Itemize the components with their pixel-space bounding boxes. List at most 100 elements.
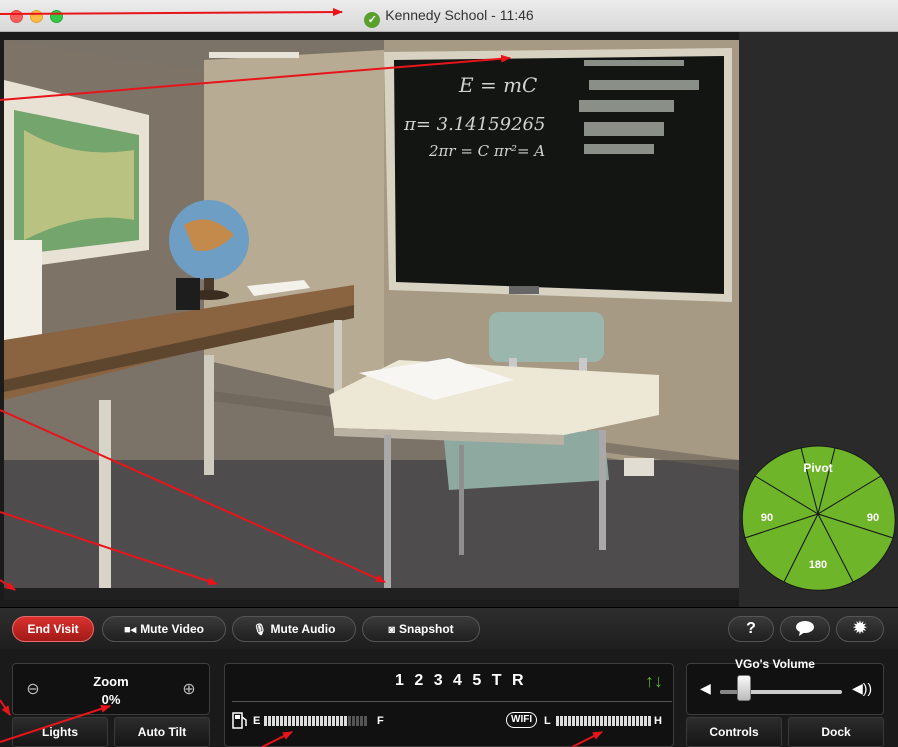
wifi-low-label: L [544, 715, 551, 727]
battery-meter-bar [364, 716, 367, 726]
wifi-meter-bar [604, 716, 607, 726]
pivot-left-label: 90 [761, 512, 773, 524]
wifi-high-label: H [654, 715, 662, 727]
pivot-panel: Pivot 90 90 180 [739, 32, 898, 607]
controls-label: Controls [709, 725, 759, 739]
battery-meter [264, 716, 367, 726]
mute-audio-button[interactable]: 🎙 Mute Audio [232, 616, 356, 642]
battery-meter-bar [328, 716, 331, 726]
status-divider [232, 701, 672, 702]
speaker-high-icon: ◀)) [852, 680, 873, 696]
battery-meter-bar [348, 716, 351, 726]
window-titlebar: ✓ Kennedy School - 11:46 [0, 0, 898, 32]
zoom-box: ⊖ Zoom 0% ⊕ [12, 663, 210, 715]
wifi-tag: WIFI [506, 712, 538, 728]
battery-meter-bar [316, 716, 319, 726]
video-feed[interactable]: E = mC π= 3.14159265 2πr = C πr²= A [4, 40, 739, 600]
board-line-1: E = mC [458, 73, 537, 97]
gear-icon: ✹ [853, 620, 867, 637]
snapshot-button[interactable]: ◙ Snapshot [362, 616, 480, 642]
wifi-meter-bar [628, 716, 631, 726]
zoom-value: 0% [101, 692, 121, 707]
auto-tilt-label: Auto Tilt [137, 725, 187, 739]
battery-meter-bar [356, 716, 359, 726]
board-line-2: π= 3.14159265 [403, 114, 545, 135]
battery-meter-bar [352, 716, 355, 726]
chat-button[interactable] [780, 616, 830, 642]
battery-meter-bar [336, 716, 339, 726]
wifi-meter-bar [624, 716, 627, 726]
wifi-meter-bar [648, 716, 651, 726]
pivot-right-label: 90 [867, 512, 879, 524]
help-button[interactable]: ? [728, 616, 774, 642]
fuel-pump-icon [232, 712, 247, 729]
lights-label: Lights [42, 725, 78, 739]
window-title-container: ✓ Kennedy School - 11:46 [0, 7, 898, 28]
zoom-label: Zoom [93, 674, 129, 689]
battery-meter-bar [300, 716, 303, 726]
vgo-app: E = mC π= 3.14159265 2πr = C πr²= A Pivo… [0, 32, 898, 747]
mute-video-button[interactable]: ■◂ Mute Video [102, 616, 226, 642]
wifi-meter-bar [572, 716, 575, 726]
volume-slider-thumb[interactable] [737, 675, 752, 701]
end-visit-button[interactable]: End Visit [12, 616, 94, 642]
control-panel: ⊖ Zoom 0% ⊕ Lights Auto Tilt 1 2 3 4 5 T… [0, 649, 898, 747]
battery-meter-bar [360, 716, 363, 726]
wifi-meter-bar [620, 716, 623, 726]
pivot-control[interactable]: Pivot 90 90 180 [739, 442, 898, 602]
zoom-in-icon[interactable]: ⊕ [175, 676, 203, 704]
end-visit-label: End Visit [27, 622, 79, 636]
battery-meter-bar [284, 716, 287, 726]
wifi-meter-bar [644, 716, 647, 726]
wifi-meter-bar [616, 716, 619, 726]
speaker-low-icon: ◀ [700, 680, 711, 696]
wifi-meter-bar [608, 716, 611, 726]
video-camera-icon: ■◂ [124, 624, 137, 636]
chat-bubble-icon [796, 621, 814, 636]
wifi-meter-bar [640, 716, 643, 726]
battery-meter-bar [332, 716, 335, 726]
battery-empty-label: E [253, 715, 261, 727]
lights-button[interactable]: Lights [12, 717, 108, 747]
board-line-3: 2πr = C πr²= A [428, 142, 545, 160]
battery-meter-bar [272, 716, 275, 726]
settings-button[interactable]: ✹ [836, 616, 884, 642]
auto-tilt-button[interactable]: Auto Tilt [114, 717, 210, 747]
wifi-meter-bar [556, 716, 559, 726]
battery-full-label: F [377, 715, 384, 727]
pivot-label: Pivot [803, 461, 832, 475]
controls-button[interactable]: Controls [686, 717, 782, 747]
battery-meter-bar [292, 716, 295, 726]
battery-meter-bar [324, 716, 327, 726]
wifi-meter-bar [580, 716, 583, 726]
battery-meter-bar [276, 716, 279, 726]
battery-meter-bar [312, 716, 315, 726]
wifi-meter-bar [612, 716, 615, 726]
microphone-icon: 🎙 [252, 624, 267, 636]
battery-meter-bar [268, 716, 271, 726]
battery-meter-bar [264, 716, 267, 726]
battery-meter-bar [288, 716, 291, 726]
wifi-meter-bar [560, 716, 563, 726]
check-icon: ✓ [364, 12, 381, 28]
wifi-meter-bar [576, 716, 579, 726]
call-toolbar: End Visit ■◂ Mute Video 🎙 Mute Audio ◙ Snap… [0, 607, 898, 649]
wifi-meter-bar [632, 716, 635, 726]
wifi-meter-bar [568, 716, 571, 726]
battery-meter-bar [308, 716, 311, 726]
battery-meter-bar [296, 716, 299, 726]
zoom-out-icon[interactable]: ⊖ [19, 676, 47, 704]
dock-label: Dock [821, 725, 851, 739]
wifi-meter-bar [636, 716, 639, 726]
battery-meter-bar [340, 716, 343, 726]
wifi-meter-bar [564, 716, 567, 726]
wifi-meter [556, 716, 651, 726]
video-scene: E = mC π= 3.14159265 2πr = C πr²= A [4, 40, 739, 600]
dock-button[interactable]: Dock [788, 717, 884, 747]
wifi-meter-bar [596, 716, 599, 726]
help-label: ? [746, 620, 756, 637]
gear-selector[interactable]: 1 2 3 4 5 T R [395, 672, 527, 690]
battery-meter-bar [304, 716, 307, 726]
mute-video-label: Mute Video [140, 622, 204, 636]
mute-audio-label: Mute Audio [270, 622, 336, 636]
